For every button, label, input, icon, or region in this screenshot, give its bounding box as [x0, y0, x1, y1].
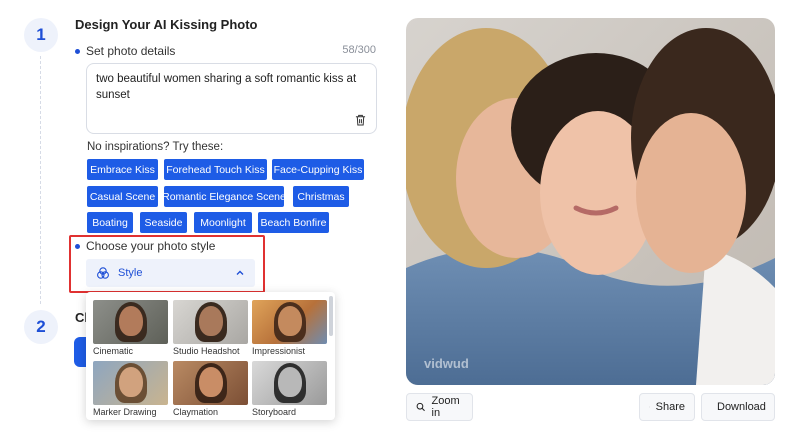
bullet-dot — [75, 48, 80, 54]
portrait-face — [119, 306, 143, 336]
style-option-impressionist[interactable]: Impressionist — [252, 300, 327, 356]
portrait-face — [199, 306, 223, 336]
prompt-text[interactable]: two beautiful women sharing a soft roman… — [96, 73, 356, 101]
style-option-label: Marker Drawing — [93, 407, 157, 417]
share-button[interactable]: Share — [639, 393, 695, 421]
style-option-cinematic[interactable]: Cinematic — [93, 300, 168, 356]
impressionist-thumbnail — [252, 300, 327, 344]
chip-seaside[interactable]: Seaside — [140, 212, 187, 233]
portrait-face — [278, 367, 302, 397]
share-label: Share — [655, 401, 685, 413]
generated-photo-preview: vidwud — [406, 18, 775, 385]
style-option-marker-drawing[interactable]: Marker Drawing — [93, 361, 168, 417]
style-option-claymation[interactable]: Claymation — [173, 361, 248, 417]
style-dropdown: Cinematic Studio Headshot Impressionist … — [86, 292, 335, 420]
share-icon — [649, 406, 650, 408]
chip-casual-scene[interactable]: Casual Scene — [87, 186, 158, 207]
chevron-up-icon — [236, 270, 244, 275]
portrait-face — [119, 367, 143, 397]
step-connector-line — [40, 56, 41, 304]
chip-christmas[interactable]: Christmas — [293, 186, 349, 207]
studio-headshot-thumbnail — [173, 300, 248, 344]
style-select[interactable]: Style — [86, 259, 255, 287]
preview-image — [406, 18, 775, 385]
trash-icon[interactable] — [355, 114, 366, 126]
style-option-label: Cinematic — [93, 346, 134, 356]
step-1-indicator: 1 — [24, 18, 58, 52]
style-option-label: Studio Headshot — [173, 346, 240, 356]
step-2-indicator: 2 — [24, 310, 58, 344]
chip-face-cupping-kiss[interactable]: Face-Cupping Kiss — [272, 159, 364, 180]
chip-beach-bonfire[interactable]: Beach Bonfire — [258, 212, 329, 233]
download-button[interactable]: Download — [701, 393, 775, 421]
photo-details-text: Set photo details — [86, 44, 176, 58]
search-icon — [416, 402, 425, 412]
palette-icon — [97, 267, 109, 279]
marker-drawing-thumbnail — [93, 361, 168, 405]
chip-embrace-kiss[interactable]: Embrace Kiss — [87, 159, 158, 180]
chip-boating[interactable]: Boating — [87, 212, 133, 233]
style-option-label: Storyboard — [252, 407, 297, 417]
chip-romantic-elegance-scene[interactable]: Romantic Elegance Scene — [162, 186, 286, 207]
zoom-in-label: Zoom in — [431, 395, 460, 419]
chip-forehead-touch-kiss[interactable]: Forehead Touch Kiss — [164, 159, 267, 180]
style-option-storyboard[interactable]: Storyboard — [252, 361, 327, 417]
cinematic-thumbnail — [93, 300, 168, 344]
storyboard-thumbnail — [252, 361, 327, 405]
inspirations-label: No inspirations? Try these: — [87, 141, 224, 153]
style-select-value: Style — [118, 267, 143, 279]
scrollbar[interactable] — [329, 296, 333, 336]
style-option-studio-headshot[interactable]: Studio Headshot — [173, 300, 248, 356]
photo-details-label: Set photo details — [75, 44, 175, 58]
claymation-thumbnail — [173, 361, 248, 405]
chip-moonlight[interactable]: Moonlight — [194, 212, 252, 233]
watermark: vidwud — [424, 356, 469, 371]
prompt-textarea[interactable]: two beautiful women sharing a soft roman… — [86, 63, 377, 134]
download-label: Download — [717, 401, 766, 413]
zoom-in-button[interactable]: Zoom in — [406, 393, 473, 421]
portrait-face — [199, 367, 223, 397]
section-title: Design Your AI Kissing Photo — [75, 17, 258, 32]
char-counter: 58/300 — [342, 44, 376, 56]
style-option-label: Claymation — [173, 407, 219, 417]
portrait-face — [278, 306, 302, 336]
style-option-label: Impressionist — [252, 346, 306, 356]
